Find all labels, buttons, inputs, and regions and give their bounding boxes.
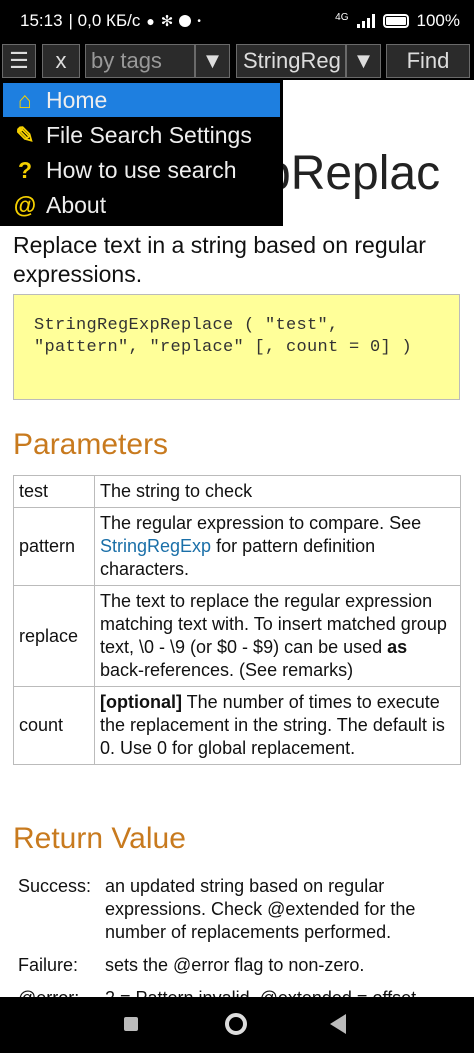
syntax-code-block: StringRegExpReplace ( "test", "pattern",… bbox=[13, 294, 460, 400]
return-key: Failure: bbox=[18, 955, 79, 975]
menu-item-label: How to use search bbox=[46, 156, 237, 183]
table-row: pattern The regular expression to compar… bbox=[13, 507, 461, 586]
notification-dot-icon bbox=[179, 15, 192, 27]
return-key: @error: bbox=[18, 987, 105, 997]
clear-button[interactable]: x bbox=[42, 44, 80, 78]
find-button[interactable]: Find bbox=[386, 44, 470, 78]
param-desc-bold: as bbox=[387, 637, 408, 657]
return-value-heading: Return Value bbox=[13, 822, 186, 855]
chat-icon: ● bbox=[146, 13, 155, 29]
return-value-list: Success: an updated string based on regu… bbox=[18, 875, 463, 997]
list-item: @error: 2 = Pattern invalid. @extended =… bbox=[18, 987, 463, 997]
navigation-menu: ⌂ Home ✎ File Search Settings ? How to u… bbox=[0, 80, 283, 226]
param-desc: The regular expression to compare. See S… bbox=[94, 507, 461, 586]
return-value: sets the @error flag to non-zero. bbox=[105, 955, 365, 975]
function-description: Replace text in a string based on regula… bbox=[13, 232, 426, 287]
tags-dropdown-button[interactable]: ▼ bbox=[195, 44, 230, 78]
table-row: test The string to check bbox=[13, 475, 461, 508]
list-item: Failure: sets the @error flag to non-zer… bbox=[18, 954, 463, 977]
menu-item-label: About bbox=[46, 191, 107, 218]
network-type: 4G bbox=[335, 11, 349, 23]
chevron-down-icon: ▼ bbox=[201, 48, 224, 73]
param-desc: The string to check bbox=[94, 475, 461, 508]
home-icon: ⌂ bbox=[18, 86, 32, 113]
menu-item-label: Home bbox=[46, 86, 108, 113]
system-navigation-bar bbox=[0, 997, 474, 1053]
parameters-table: test The string to check pattern The reg… bbox=[13, 475, 461, 765]
function-dropdown-button[interactable]: ▼ bbox=[346, 44, 381, 78]
param-name: test bbox=[13, 475, 95, 508]
param-desc-text: back-references. (See remarks) bbox=[100, 660, 354, 680]
battery-icon bbox=[382, 14, 409, 28]
return-key: Success: bbox=[18, 876, 92, 896]
stringregexp-link[interactable]: StringRegExp bbox=[100, 536, 211, 556]
param-name: pattern bbox=[13, 507, 95, 586]
signal-icon bbox=[356, 14, 375, 28]
question-icon: ? bbox=[17, 156, 33, 183]
chevron-down-icon: ▼ bbox=[352, 48, 375, 73]
status-bar: 15:13 | 0,0 КБ/с ● ✻ • 4G 100% bbox=[0, 0, 474, 42]
more-dot-icon: • bbox=[197, 15, 201, 27]
parameters-heading: Parameters bbox=[13, 428, 169, 461]
param-desc-text: The regular expression to compare. See bbox=[100, 513, 422, 533]
menu-item-home[interactable]: ⌂ Home bbox=[3, 83, 280, 117]
menu-button[interactable]: ☰ bbox=[2, 44, 36, 78]
tags-input[interactable]: by tags bbox=[85, 44, 195, 78]
param-name: count bbox=[13, 686, 95, 765]
menu-item-about[interactable]: @ About bbox=[3, 188, 280, 222]
search-toolbar: ☰ x by tags ▼ StringReg ▼ Find bbox=[0, 42, 474, 80]
return-value: an updated string based on regular expre… bbox=[105, 876, 416, 942]
menu-item-how-to-use-search[interactable]: ? How to use search bbox=[3, 153, 280, 187]
param-name: replace bbox=[13, 585, 95, 687]
table-row: replace The text to replace the regular … bbox=[13, 585, 461, 687]
recent-apps-icon[interactable] bbox=[124, 1017, 138, 1031]
param-desc: The text to replace the regular expressi… bbox=[94, 585, 461, 687]
param-desc-bold: [optional] bbox=[100, 692, 182, 712]
function-search-input[interactable]: StringReg bbox=[236, 44, 346, 78]
back-icon[interactable] bbox=[330, 1014, 346, 1034]
settings-icon: ✻ bbox=[160, 13, 174, 30]
menu-item-file-search-settings[interactable]: ✎ File Search Settings bbox=[3, 118, 280, 152]
clock: 15:13 bbox=[20, 11, 63, 30]
battery-level: 100% bbox=[416, 11, 460, 30]
at-icon: @ bbox=[13, 191, 37, 218]
network-speed: | 0,0 КБ/с bbox=[68, 11, 141, 30]
param-desc: [optional] The number of times to execut… bbox=[94, 686, 461, 765]
menu-item-label: File Search Settings bbox=[46, 121, 252, 148]
return-value: 2 = Pattern invalid. @extended = offset bbox=[105, 987, 463, 997]
home-button-icon[interactable] bbox=[225, 1013, 247, 1035]
hamburger-icon: ☰ bbox=[9, 48, 29, 73]
table-row: count [optional] The number of times to … bbox=[13, 686, 461, 765]
wrench-icon: ✎ bbox=[15, 121, 35, 148]
list-item: Success: an updated string based on regu… bbox=[18, 875, 463, 944]
